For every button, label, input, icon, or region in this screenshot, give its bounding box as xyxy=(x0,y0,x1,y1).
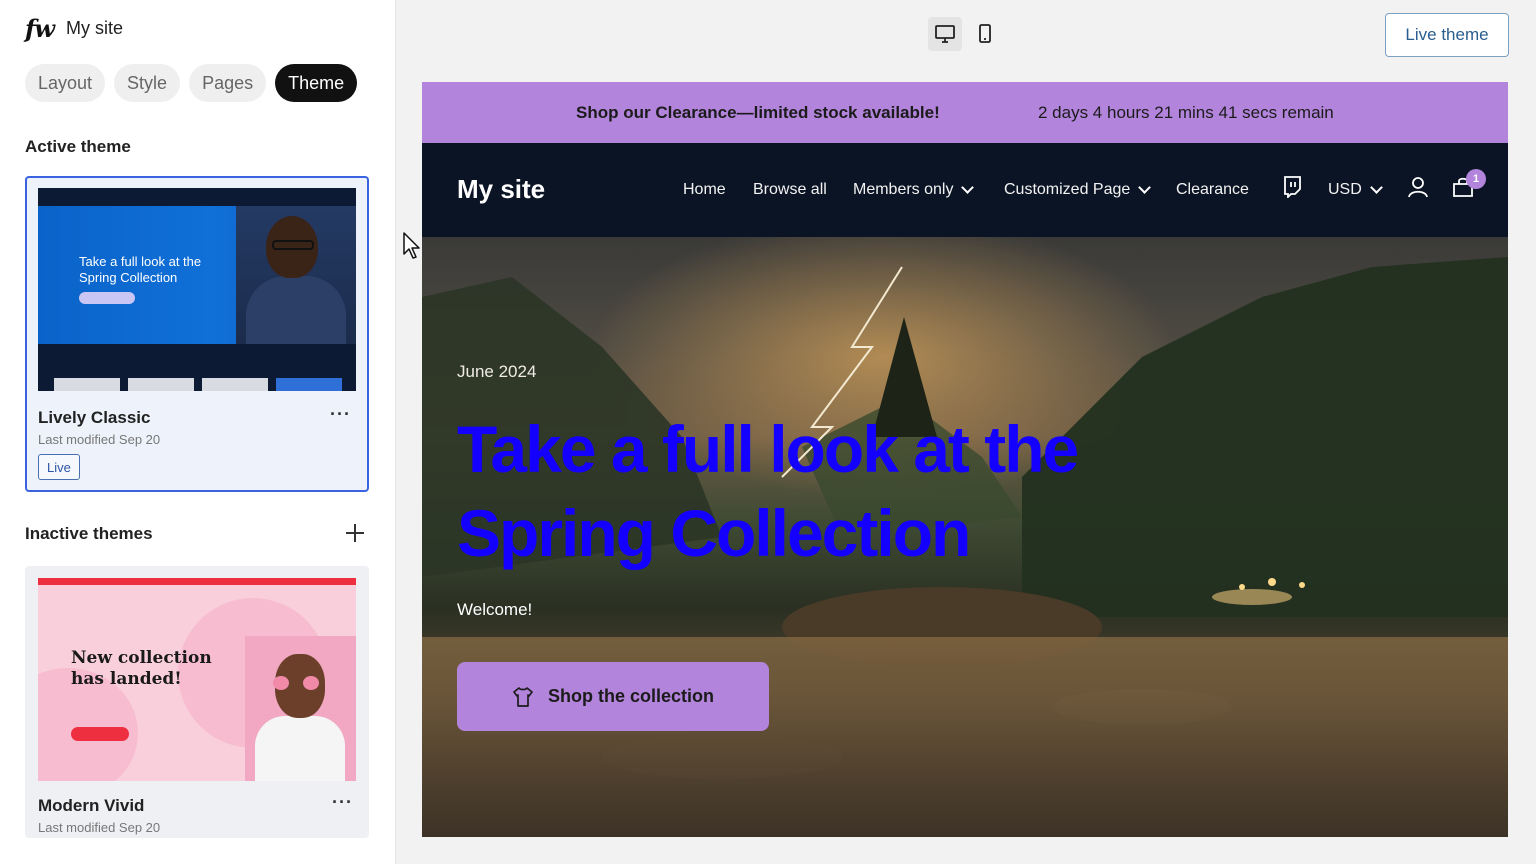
nav-customized-page[interactable]: Customized Page xyxy=(1004,181,1152,199)
modern-vivid-thumbnail[interactable]: New collection has landed! xyxy=(38,578,356,781)
hero-date: June 2024 xyxy=(457,362,537,381)
chevron-down-icon xyxy=(961,181,975,194)
tab-theme[interactable]: Theme xyxy=(275,64,358,102)
cart-count-badge: 1 xyxy=(1466,169,1486,189)
thumbnail-headline: Take a full look at the Spring Collectio… xyxy=(79,254,202,285)
more-options-icon[interactable]: ··· xyxy=(330,404,351,425)
inactive-themes-heading: Inactive themes xyxy=(25,524,153,543)
announcement-bar: Shop our Clearance—limited stock availab… xyxy=(422,82,1508,143)
chevron-down-icon xyxy=(1138,181,1152,194)
shirt-icon xyxy=(513,686,533,707)
editor-tabs: Layout Style Pages Theme xyxy=(25,64,358,102)
tab-style[interactable]: Style xyxy=(114,64,181,102)
site-title[interactable]: My site xyxy=(457,174,545,205)
hero-banner: June 2024 Take a full look at the Spring… xyxy=(422,237,1508,837)
theme-modified: Last modified Sep 20 xyxy=(38,820,161,835)
thumbnail-button xyxy=(71,727,129,741)
mobile-icon xyxy=(979,24,991,43)
theme-modified: Last modified Sep 20 xyxy=(38,432,161,447)
app-logo[interactable]: fw xyxy=(25,14,55,43)
desktop-view-button[interactable] xyxy=(928,17,962,51)
more-options-icon[interactable]: ··· xyxy=(332,792,353,813)
tab-layout[interactable]: Layout xyxy=(25,64,106,102)
hero-welcome-text: Welcome! xyxy=(457,600,533,619)
nav-home[interactable]: Home xyxy=(683,181,726,199)
theme-sidebar: fw My site Layout Style Pages Theme Acti… xyxy=(0,0,396,864)
theme-name: Modern Vivid xyxy=(38,796,145,815)
site-header: My site Home Browse all Members only Cus… xyxy=(422,143,1508,237)
currency-selector[interactable]: USD xyxy=(1328,181,1383,199)
thumbnail-button xyxy=(79,292,135,304)
mouse-cursor-icon xyxy=(403,232,420,259)
hero-title: Take a full look at the Spring Collectio… xyxy=(457,412,1079,570)
lively-classic-thumbnail[interactable]: Take a full look at the Spring Collectio… xyxy=(38,188,356,391)
account-icon[interactable] xyxy=(1407,176,1429,198)
tab-pages[interactable]: Pages xyxy=(189,64,267,102)
nav-members-only[interactable]: Members only xyxy=(853,181,975,199)
nav-browse-all[interactable]: Browse all xyxy=(753,181,827,199)
desktop-icon xyxy=(935,25,955,43)
live-badge: Live xyxy=(38,454,80,480)
twitch-icon[interactable] xyxy=(1282,176,1302,198)
countdown-timer: 2 days 4 hours 21 mins 41 secs remain xyxy=(1038,102,1334,122)
model-photo xyxy=(245,636,356,781)
site-name: My site xyxy=(65,18,123,38)
brand: fw My site xyxy=(25,14,123,43)
thumbnail-headline: New collection has landed! xyxy=(71,648,212,689)
chevron-down-icon xyxy=(1369,181,1383,194)
site-preview: Shop our Clearance—limited stock availab… xyxy=(422,82,1508,837)
active-theme-card[interactable]: Take a full look at the Spring Collectio… xyxy=(25,176,369,492)
theme-name: Lively Classic xyxy=(38,408,151,427)
mobile-view-button[interactable] xyxy=(968,17,1002,51)
inactive-theme-card[interactable]: New collection has landed! Modern Vivid … xyxy=(25,566,369,838)
active-theme-heading: Active theme xyxy=(25,137,131,156)
add-theme-icon[interactable] xyxy=(344,522,366,544)
announcement-message[interactable]: Shop our Clearance—limited stock availab… xyxy=(576,103,940,123)
shop-collection-button[interactable]: Shop the collection xyxy=(457,662,769,731)
model-photo xyxy=(236,206,356,346)
live-theme-button[interactable]: Live theme xyxy=(1385,13,1509,57)
nav-clearance[interactable]: Clearance xyxy=(1176,181,1249,199)
